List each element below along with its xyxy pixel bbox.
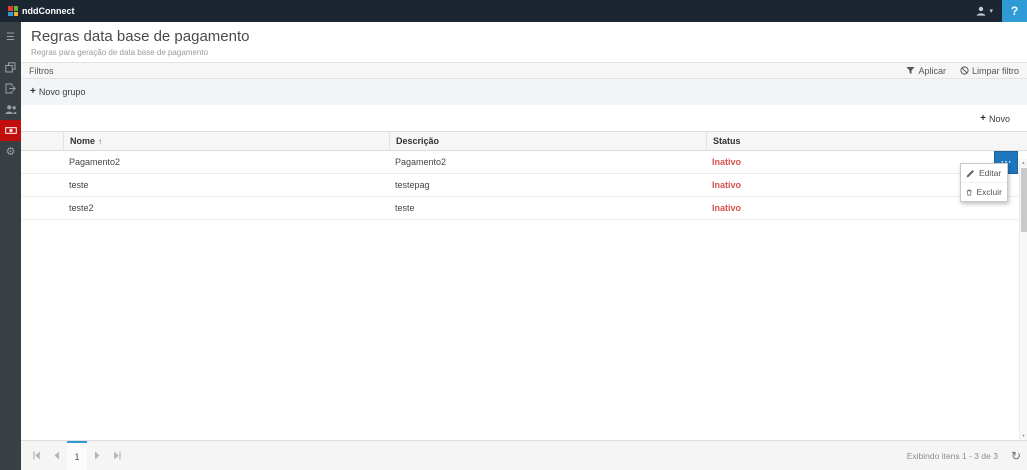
next-page-icon <box>93 451 101 460</box>
last-page-button[interactable] <box>107 441 127 470</box>
pager: 1 <box>27 441 127 470</box>
ndd-logo-icon <box>8 6 18 16</box>
layout: ☰ ⚙ <box>0 22 1027 470</box>
documents-icon <box>5 62 16 73</box>
first-page-button[interactable] <box>27 441 47 470</box>
previous-page-icon <box>53 451 61 460</box>
pagination-bar: 1 Exibindo itens 1 - 3 de 3 ↻ <box>21 440 1027 470</box>
filter-bar: Filtros Aplicar Limpar filtro <box>21 62 1027 79</box>
delete-menu-item[interactable]: Excluir <box>961 182 1007 201</box>
current-page-button[interactable]: 1 <box>67 441 87 470</box>
topbar-right: ▾ ? <box>967 0 1027 22</box>
sidebar-menu-toggle[interactable]: ☰ <box>0 27 21 48</box>
sort-asc-icon: ↑ <box>98 137 102 146</box>
table-row[interactable]: teste2 teste Inativo <box>21 197 1027 220</box>
help-button[interactable]: ? <box>1002 0 1027 22</box>
brand-name: nddConnect <box>22 6 75 16</box>
export-icon <box>5 83 16 94</box>
plus-icon: + <box>30 87 36 97</box>
sidebar-item-payments[interactable] <box>0 120 21 141</box>
apply-filter-button[interactable]: Aplicar <box>906 66 946 76</box>
column-label: Status <box>713 136 741 146</box>
table-row[interactable]: teste testepag Inativo <box>21 174 1027 197</box>
cell-nome: teste <box>63 180 389 190</box>
pencil-icon <box>966 169 975 178</box>
delete-menu-label: Excluir <box>976 187 1002 197</box>
column-header-descricao[interactable]: Descrição <box>389 132 706 150</box>
column-header-nome[interactable]: Nome ↑ <box>63 132 389 150</box>
new-group-label: Novo grupo <box>39 87 86 97</box>
filter-actions: Aplicar Limpar filtro <box>906 66 1019 76</box>
user-icon <box>976 6 986 16</box>
cell-nome: teste2 <box>63 203 389 213</box>
selection-column-header <box>21 132 63 150</box>
page-head: Regras data base de pagamento Regras par… <box>21 22 1027 62</box>
grid-toolbar: + Novo <box>21 105 1027 131</box>
users-icon <box>5 104 17 115</box>
apply-filter-label: Aplicar <box>918 66 946 76</box>
row-context-menu: Editar Excluir <box>960 163 1008 202</box>
first-page-icon <box>33 451 41 460</box>
chevron-down-icon: ▾ <box>989 7 993 15</box>
hamburger-icon: ☰ <box>6 32 15 43</box>
topbar: nddConnect ▾ ? <box>0 0 1027 22</box>
sidebar-item-settings[interactable]: ⚙ <box>0 141 21 162</box>
plus-icon: + <box>980 114 986 124</box>
sidebar-item-documents[interactable] <box>0 57 21 78</box>
scrollbar-thumb[interactable] <box>1021 168 1027 232</box>
cell-descricao: teste <box>389 203 706 213</box>
pagination-info: Exibindo itens 1 - 3 de 3 ↻ <box>907 441 1021 470</box>
gear-icon: ⚙ <box>6 145 16 158</box>
previous-page-button[interactable] <box>47 441 67 470</box>
filters-label: Filtros <box>29 66 54 76</box>
cell-descricao: testepag <box>389 180 706 190</box>
clear-filter-label: Limpar filtro <box>972 66 1019 76</box>
cell-nome: Pagamento2 <box>63 157 389 167</box>
status-badge: Inativo <box>706 203 1027 213</box>
sidebar-item-export[interactable] <box>0 78 21 99</box>
trash-icon <box>966 188 972 197</box>
scroll-down-icon[interactable]: ▼ <box>1020 432 1027 440</box>
home-logo-button[interactable]: nddConnect <box>0 0 83 22</box>
group-band: + Novo grupo <box>21 79 1027 105</box>
clear-filter-button[interactable]: Limpar filtro <box>960 66 1019 76</box>
grid-header: Nome ↑ Descrição Status <box>21 132 1027 151</box>
table-row[interactable]: Pagamento2 Pagamento2 Inativo ⋯ Editar <box>21 151 1027 174</box>
refresh-button[interactable]: ↻ <box>1011 449 1021 463</box>
data-grid: Nome ↑ Descrição Status Pagamento2 Pagam… <box>21 131 1027 220</box>
edit-menu-label: Editar <box>979 168 1001 178</box>
user-menu-button[interactable]: ▾ <box>967 0 1002 22</box>
column-header-status[interactable]: Status <box>706 132 1027 150</box>
column-label: Descrição <box>396 136 439 146</box>
new-label: Novo <box>989 114 1010 124</box>
scroll-up-icon[interactable]: ▲ <box>1020 159 1027 167</box>
funnel-icon <box>906 66 915 75</box>
main-content: Regras data base de pagamento Regras par… <box>21 22 1027 470</box>
clear-filter-icon <box>960 66 969 75</box>
last-page-icon <box>113 451 121 460</box>
new-button[interactable]: + Novo <box>980 114 1010 124</box>
sidebar-item-users[interactable] <box>0 99 21 120</box>
page-title: Regras data base de pagamento <box>31 28 1017 45</box>
sidebar: ☰ ⚙ <box>0 22 21 470</box>
page-subtitle: Regras para geração de data base de paga… <box>31 48 1017 57</box>
vertical-scrollbar[interactable]: ▲ ▼ <box>1019 159 1027 440</box>
column-label: Nome <box>70 136 95 146</box>
cell-descricao: Pagamento2 <box>389 157 706 167</box>
next-page-button[interactable] <box>87 441 107 470</box>
new-group-button[interactable]: + Novo grupo <box>30 87 85 97</box>
payment-icon <box>5 125 17 136</box>
items-summary: Exibindo itens 1 - 3 de 3 <box>907 451 998 461</box>
edit-menu-item[interactable]: Editar <box>961 164 1007 182</box>
